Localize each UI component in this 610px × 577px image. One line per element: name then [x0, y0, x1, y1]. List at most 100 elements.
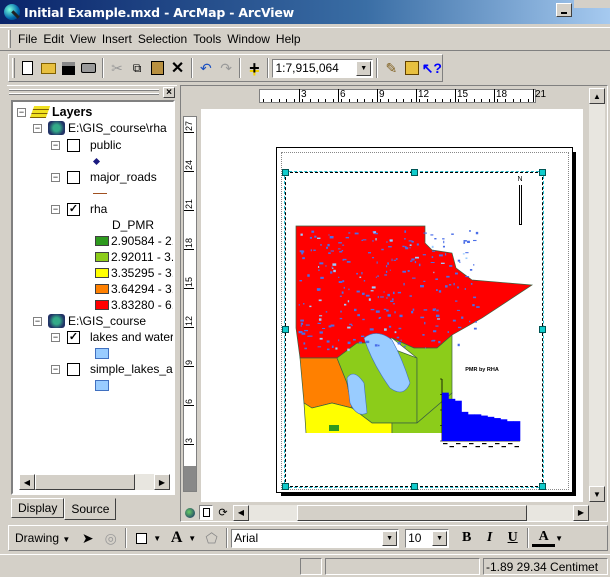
drawing-menu[interactable]: Drawing ▼ [15, 531, 70, 545]
resize-handle-se[interactable] [539, 483, 546, 490]
layout-view-button[interactable] [199, 505, 213, 520]
underline-button[interactable]: U [501, 527, 524, 549]
toolbar-grip[interactable] [12, 58, 15, 78]
scroll-thumb[interactable] [35, 474, 135, 490]
italic-button[interactable]: I [478, 527, 501, 549]
arctoolbox-button[interactable] [401, 57, 421, 79]
menu-edit[interactable]: Edit [40, 32, 67, 46]
menu-selection[interactable]: Selection [135, 32, 190, 46]
resize-handle-n[interactable] [411, 169, 418, 176]
whats-this-button[interactable]: ↖? [422, 57, 442, 79]
menu-view[interactable]: View [67, 32, 99, 46]
resize-handle-sw[interactable] [282, 483, 289, 490]
rotate-button[interactable]: ◎ [99, 527, 122, 549]
paste-button[interactable] [147, 57, 167, 79]
toc-layer-major-roads[interactable]: − major_roads [51, 169, 157, 185]
bold-button[interactable]: B [455, 527, 478, 549]
menubar-grip[interactable] [8, 30, 11, 48]
font-color-button[interactable]: A [532, 529, 556, 547]
map-scale-combo[interactable]: 1:7,915,064 ▼ [272, 58, 374, 78]
font-size-combo[interactable]: 10 ▼ [405, 528, 450, 548]
lake-speck [431, 245, 434, 248]
collapse-icon[interactable]: − [51, 140, 60, 150]
chevron-down-icon[interactable]: ▼ [153, 534, 161, 543]
toc-horizontal-scrollbar[interactable]: ◀ ▶ [19, 474, 170, 490]
layer-visibility-checkbox[interactable] [67, 138, 80, 152]
collapse-icon[interactable]: − [51, 364, 60, 374]
toc-header[interactable]: × [7, 85, 177, 99]
new-document-button[interactable] [18, 57, 38, 79]
data-frame-selection[interactable]: N PMR by RHA [282, 169, 546, 490]
font-dropdown-button[interactable]: ▼ [382, 530, 398, 546]
collapse-icon[interactable]: − [51, 204, 60, 214]
open-button[interactable] [38, 57, 58, 79]
scroll-left-button[interactable]: ◀ [19, 474, 35, 490]
group-layer-icon [48, 314, 65, 328]
tab-display[interactable]: Display [11, 498, 65, 518]
toc-group-gis-course[interactable]: − E:\GIS_course [33, 313, 146, 329]
resize-handle-e[interactable] [539, 326, 546, 333]
collapse-icon[interactable]: − [33, 123, 42, 133]
refresh-button[interactable]: ⟳ [213, 506, 233, 519]
scroll-down-button[interactable]: ▼ [589, 486, 605, 502]
resize-handle-s[interactable] [411, 483, 418, 490]
scroll-up-button[interactable]: ▲ [589, 88, 605, 104]
new-rectangle-button[interactable] [130, 527, 153, 549]
toc-layer-lakes-and-water[interactable]: − ✓ lakes and water [51, 329, 173, 345]
data-frame-label: Layers [52, 105, 93, 119]
menu-insert[interactable]: Insert [99, 32, 135, 46]
resize-handle-w[interactable] [282, 326, 289, 333]
legend-class: 3.64294 - 3.8 [95, 281, 173, 297]
data-view-button[interactable] [183, 506, 197, 520]
undo-button[interactable]: ↶ [196, 57, 216, 79]
collapse-icon[interactable]: − [17, 107, 26, 117]
horizontal-ruler: 3 6 9 12 15 18 21 [259, 89, 546, 103]
resize-handle-nw[interactable] [282, 169, 289, 176]
copy-button[interactable]: ⧉ [127, 57, 147, 79]
save-button[interactable] [58, 57, 78, 79]
lake-speck [400, 339, 402, 342]
lake-speck [319, 262, 324, 265]
menu-help[interactable]: Help [273, 32, 304, 46]
collapse-icon[interactable]: − [51, 332, 60, 342]
minimize-button[interactable] [556, 3, 572, 17]
font-name-combo[interactable]: Arial ▼ [231, 528, 400, 548]
collapse-icon[interactable]: − [51, 172, 60, 182]
toc-close-button[interactable]: × [163, 87, 175, 98]
cut-button[interactable]: ✂ [107, 57, 127, 79]
print-button[interactable] [79, 57, 99, 79]
delete-button[interactable]: ✕ [168, 57, 188, 79]
toc-layer-rha[interactable]: − ✓ rha [51, 201, 107, 217]
editor-toolbar-button[interactable]: ✎ [381, 57, 401, 79]
scroll-right-button[interactable]: ▶ [154, 474, 170, 490]
layer-visibility-checkbox[interactable]: ✓ [67, 330, 80, 344]
new-text-button[interactable]: A [165, 527, 188, 549]
menu-file[interactable]: File [15, 32, 40, 46]
resize-handle-ne[interactable] [539, 169, 546, 176]
redo-button[interactable]: ↷ [216, 57, 236, 79]
horizontal-scroll-thumb[interactable] [297, 504, 527, 521]
menu-window[interactable]: Window [224, 32, 273, 46]
layer-visibility-checkbox[interactable] [67, 170, 80, 184]
layout-vertical-scrollbar[interactable]: ▲ ▼ [589, 88, 605, 502]
scale-dropdown-button[interactable]: ▼ [356, 60, 372, 76]
chevron-down-icon[interactable]: ▼ [188, 534, 196, 543]
toc-group-rha[interactable]: − E:\GIS_course\rha [33, 120, 167, 136]
select-elements-button[interactable]: ➤ [76, 527, 99, 549]
scroll-left-button[interactable]: ◀ [233, 504, 249, 521]
menu-tools[interactable]: Tools [190, 32, 224, 46]
toc-layer-public[interactable]: − public [51, 137, 121, 153]
size-dropdown-button[interactable]: ▼ [432, 530, 448, 546]
scroll-right-button[interactable]: ▶ [573, 504, 589, 521]
toc-layer-simple-lakes[interactable]: − simple_lakes_anc [51, 361, 173, 377]
toc-data-frame[interactable]: − Layers [17, 104, 92, 120]
layout-canvas[interactable]: N PMR by RHA [201, 109, 583, 502]
tab-source[interactable]: Source [64, 498, 117, 520]
collapse-icon[interactable]: − [33, 316, 42, 326]
layer-visibility-checkbox[interactable] [67, 362, 80, 376]
edit-vertices-button[interactable]: ⬠ [200, 527, 223, 549]
add-data-button[interactable]: + [244, 57, 264, 79]
lake-speck [343, 303, 347, 306]
layer-visibility-checkbox[interactable]: ✓ [67, 202, 80, 216]
chevron-down-icon[interactable]: ▼ [555, 534, 563, 543]
